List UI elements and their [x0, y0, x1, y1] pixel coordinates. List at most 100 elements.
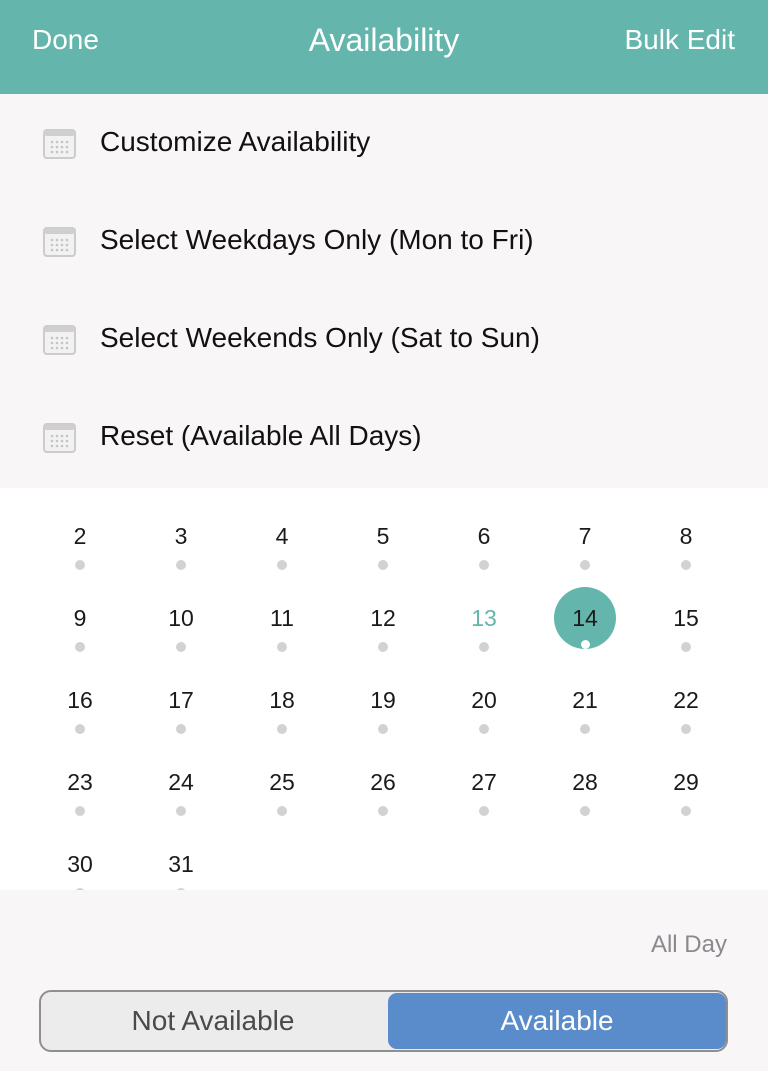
availability-dot	[580, 560, 590, 570]
calendar-icon	[43, 423, 76, 453]
availability-options: Customize Availability Select Weekdays O…	[0, 94, 768, 488]
calendar-day[interactable]: 2	[40, 502, 120, 574]
calendar-day[interactable]: 26	[343, 748, 423, 820]
all-day-label: All Day	[650, 931, 727, 958]
calendar-day[interactable]: 6	[444, 502, 524, 574]
availability-dot	[479, 642, 489, 652]
calendar-day-number: 5	[376, 523, 390, 549]
calendar-day[interactable]: 10	[141, 584, 221, 656]
calendar-day-number: 20	[471, 687, 497, 713]
calendar-day-number: 26	[370, 769, 396, 795]
calendar-day[interactable]: 9	[40, 584, 120, 656]
calendar-day-number: 4	[275, 523, 289, 549]
availability-dot	[681, 806, 691, 816]
calendar-day-number: 30	[67, 851, 93, 877]
calendar-day-number: 24	[168, 769, 194, 795]
availability-dot	[277, 642, 287, 652]
calendar-day-number: 3	[174, 523, 188, 549]
calendar-day[interactable]: 28	[545, 748, 625, 820]
calendar-day[interactable]: 20	[444, 666, 524, 738]
calendar-day-number: 13	[471, 605, 497, 631]
availability-dot	[176, 560, 186, 570]
availability-dot	[75, 806, 85, 816]
calendar-icon	[43, 325, 76, 355]
calendar-day[interactable]: 3	[141, 502, 221, 574]
availability-dot	[681, 642, 691, 652]
availability-dot	[176, 806, 186, 816]
calendar-day[interactable]: 14	[545, 584, 625, 656]
calendar-day[interactable]: 16	[40, 666, 120, 738]
bulk-edit-button[interactable]: Bulk Edit	[625, 22, 736, 58]
availability-dot	[479, 806, 489, 816]
calendar-day-number: 16	[67, 687, 93, 713]
calendar-day[interactable]: 12	[343, 584, 423, 656]
calendar-day[interactable]: 8	[646, 502, 726, 574]
calendar-day[interactable]: 4	[242, 502, 322, 574]
calendar-day-number: 31	[168, 851, 194, 877]
calendar-day[interactable]: 5	[343, 502, 423, 574]
availability-dot	[378, 642, 388, 652]
option-label: Select Weekdays Only (Mon to Fri)	[100, 224, 534, 255]
calendar-day[interactable]: 18	[242, 666, 322, 738]
calendar-day-number: 8	[679, 523, 693, 549]
calendar-day-number: 22	[673, 687, 699, 713]
calendar-day-number: 17	[168, 687, 194, 713]
option-customize-availability[interactable]: Customize Availability	[0, 94, 768, 192]
availability-dot	[277, 724, 287, 734]
option-label: Reset (Available All Days)	[100, 420, 422, 451]
done-button[interactable]: Done	[32, 22, 99, 58]
calendar-day-number: 6	[477, 523, 491, 549]
calendar-day[interactable]: 11	[242, 584, 322, 656]
calendar-day[interactable]: 22	[646, 666, 726, 738]
option-label: Customize Availability	[100, 126, 371, 157]
calendar-day[interactable]: 7	[545, 502, 625, 574]
calendar-day[interactable]: 19	[343, 666, 423, 738]
availability-dot	[75, 724, 85, 734]
calendar-day[interactable]: 29	[646, 748, 726, 820]
availability-dot	[176, 642, 186, 652]
calendar-day[interactable]: 27	[444, 748, 524, 820]
calendar-day-number: 18	[269, 687, 295, 713]
availability-dot	[681, 724, 691, 734]
calendar-day-number: 12	[370, 605, 396, 631]
calendar-day-number: 10	[168, 605, 194, 631]
availability-dot	[176, 724, 186, 734]
not-available-segment[interactable]: Not Available	[41, 992, 385, 1050]
calendar-day[interactable]: 13	[444, 584, 524, 656]
option-weekends-only[interactable]: Select Weekends Only (Sat to Sun)	[0, 290, 768, 388]
calendar-day-number: 27	[471, 769, 497, 795]
option-reset-available-all-days[interactable]: Reset (Available All Days)	[0, 388, 768, 486]
calendar-day[interactable]: 15	[646, 584, 726, 656]
calendar-day[interactable]: 23	[40, 748, 120, 820]
availability-dot	[378, 806, 388, 816]
calendar-day-number: 21	[572, 687, 598, 713]
availability-dot	[75, 560, 85, 570]
availability-footer: All Day Not Available Available	[0, 890, 768, 1071]
calendar-day-number: 9	[73, 605, 87, 631]
option-weekdays-only[interactable]: Select Weekdays Only (Mon to Fri)	[0, 192, 768, 290]
availability-dot	[378, 724, 388, 734]
calendar-day-number: 2	[73, 523, 87, 549]
available-segment[interactable]: Available	[388, 993, 726, 1049]
calendar-day-number: 25	[269, 769, 295, 795]
calendar-day[interactable]: 25	[242, 748, 322, 820]
calendar-day-number: 19	[370, 687, 396, 713]
availability-dot	[277, 806, 287, 816]
calendar-icon	[43, 129, 76, 159]
availability-dot	[681, 560, 691, 570]
calendar-day[interactable]: 24	[141, 748, 221, 820]
availability-dot	[479, 724, 489, 734]
availability-dot	[581, 640, 590, 649]
calendar-day-number: 23	[67, 769, 93, 795]
calendar-day[interactable]: 21	[545, 666, 625, 738]
calendar-day[interactable]: 17	[141, 666, 221, 738]
availability-dot	[580, 806, 590, 816]
availability-dot	[479, 560, 489, 570]
availability-dot	[580, 724, 590, 734]
navigation-bar: Done Availability Bulk Edit	[0, 0, 768, 94]
calendar-icon	[43, 227, 76, 257]
calendar-day-number: 7	[578, 523, 592, 549]
calendar-day-number: 15	[673, 605, 699, 631]
availability-segmented-control: Not Available Available	[39, 990, 728, 1052]
availability-dot	[75, 642, 85, 652]
